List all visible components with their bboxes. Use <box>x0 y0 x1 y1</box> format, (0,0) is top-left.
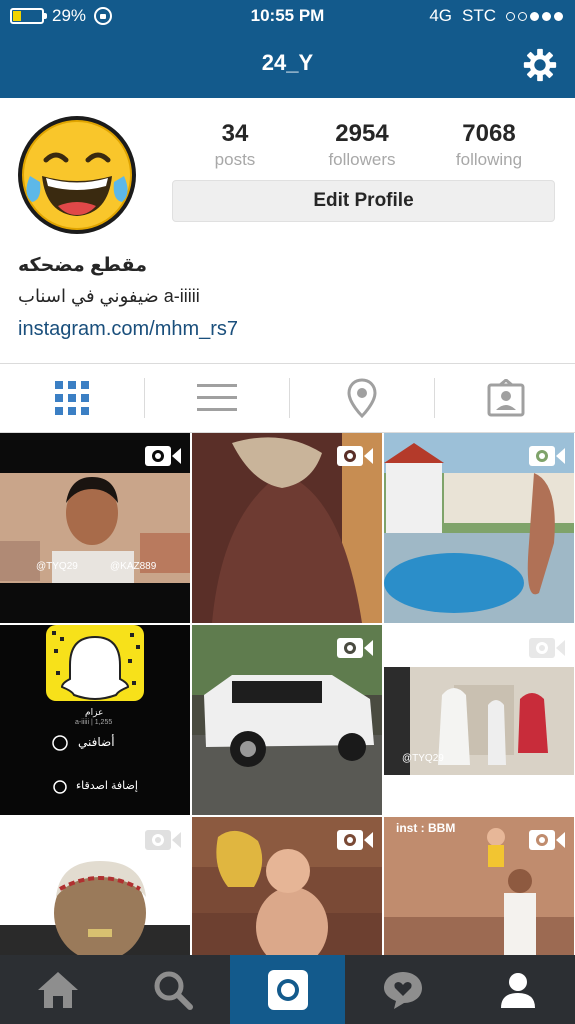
stat-posts[interactable]: 34 posts <box>175 120 295 170</box>
profile-website-link[interactable]: instagram.com/mhm_rs7 <box>18 318 238 341</box>
video-camera-icon <box>529 638 565 658</box>
status-right: 4G STC <box>429 6 563 26</box>
post-overlay-text: @TYQ29 <box>402 753 444 764</box>
status-bar: 29% 10:55 PM 4G STC <box>0 0 575 32</box>
profile-bio: ضيفوني في اسناب a-iiiii <box>18 286 200 306</box>
video-camera-icon <box>337 638 373 658</box>
tab-location[interactable] <box>290 364 433 432</box>
stat-followers[interactable]: 2954 followers <box>302 120 422 170</box>
video-camera-icon <box>145 830 181 850</box>
post-overlay-text: @TYQ29 <box>36 561 78 572</box>
post-thumbnail[interactable] <box>192 433 382 623</box>
tab-profile[interactable] <box>460 955 575 1024</box>
tab-search[interactable] <box>115 955 230 1024</box>
video-camera-icon <box>145 446 181 466</box>
post-overlay-text: أضافني <box>78 735 115 749</box>
edit-profile-button[interactable]: Edit Profile <box>172 180 555 222</box>
tagged-photos-icon <box>487 379 524 417</box>
laughing-emoji-avatar <box>22 120 132 230</box>
followers-label: followers <box>328 150 396 169</box>
tab-tagged[interactable] <box>434 364 575 432</box>
post-thumbnail[interactable] <box>384 433 574 623</box>
following-count: 7068 <box>462 120 516 147</box>
avatar[interactable] <box>18 116 136 234</box>
post-overlay-text: a-iiiii | 1,255 <box>75 719 113 726</box>
post-thumbnail[interactable]: inst : BBM <box>384 817 574 955</box>
post-overlay-text: inst : BBM <box>396 821 456 835</box>
post-thumbnail[interactable]: عزام a-iiiii | 1,255 أضافني إضافة اصدقاء <box>0 625 190 815</box>
grid-view-icon <box>54 381 89 415</box>
bottom-tab-bar <box>0 955 575 1024</box>
post-thumbnail[interactable]: @TYQ29 @KAZ889 <box>0 433 190 623</box>
tab-camera[interactable] <box>230 955 345 1024</box>
camera-icon <box>267 969 308 1010</box>
profile-view-tabs <box>0 363 575 433</box>
profile-icon <box>500 972 535 1008</box>
gear-icon[interactable] <box>521 46 559 84</box>
tab-grid[interactable] <box>0 364 143 432</box>
post-overlay-text: عزام <box>85 707 104 717</box>
posts-label: posts <box>214 150 256 169</box>
tab-list[interactable] <box>145 364 288 432</box>
post-overlay-text: إضافة اصدقاء <box>76 780 138 792</box>
activity-heart-icon <box>383 971 422 1009</box>
carrier-name: STC <box>462 6 496 25</box>
stat-following[interactable]: 7068 following <box>429 120 549 170</box>
post-thumbnail[interactable] <box>192 625 382 815</box>
tab-home[interactable] <box>0 955 115 1024</box>
video-camera-icon <box>529 446 565 466</box>
signal-strength-icon <box>506 11 563 21</box>
post-overlay-text: @KAZ889 <box>110 561 157 572</box>
tab-activity[interactable] <box>345 955 460 1024</box>
page-title: 24_Y <box>261 50 314 75</box>
home-icon <box>37 971 78 1008</box>
post-thumbnail[interactable] <box>192 817 382 955</box>
followers-count: 2954 <box>335 120 389 147</box>
video-camera-icon <box>337 830 373 850</box>
list-view-icon <box>196 384 237 411</box>
video-camera-icon <box>337 446 373 466</box>
video-camera-icon <box>529 830 565 850</box>
network-type: 4G <box>429 6 452 25</box>
location-pin-icon <box>346 378 377 418</box>
nav-bar: 24_Y <box>0 32 575 98</box>
post-thumbnail[interactable]: @TYQ29 <box>384 625 574 815</box>
search-icon <box>154 971 193 1010</box>
post-thumbnail[interactable] <box>0 817 190 955</box>
following-label: following <box>455 150 523 169</box>
posts-count: 34 <box>221 120 249 147</box>
profile-header: 34 posts 2954 followers 7068 following E… <box>0 98 575 363</box>
posts-grid: @TYQ29 @KAZ889 عزام a-iiiii | 1,255 أضاف… <box>0 433 575 955</box>
profile-full-name: مقطع مضحكه <box>18 255 147 276</box>
